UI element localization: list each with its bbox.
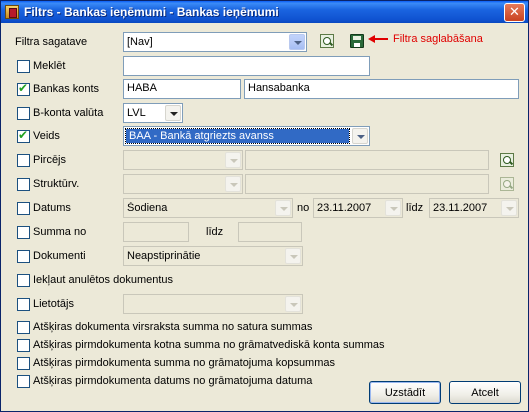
currency-label: B-konta valūta [33, 107, 104, 119]
date-checkbox[interactable] [17, 202, 30, 215]
documents-checkbox[interactable] [17, 250, 30, 263]
documents-dropdown-icon [285, 248, 301, 264]
currency-value: LVL [127, 107, 146, 119]
user-checkbox[interactable] [17, 298, 30, 311]
title-bar: Filtrs - Bankas ieņēmumi - Bankas ieņēmu… [1, 1, 528, 23]
bank-account-checkbox[interactable] [17, 81, 30, 96]
date-period-combo: Šodiena [123, 198, 293, 218]
include-cancelled-checkbox[interactable] [17, 274, 30, 287]
payer-checkbox[interactable] [17, 154, 30, 167]
search-checkbox[interactable] [17, 60, 30, 73]
currency-dropdown-icon[interactable] [165, 105, 181, 121]
extra-check-1-label: Atšķiras dokumenta virsraksta summa no s… [33, 321, 313, 333]
type-dropdown-icon[interactable] [352, 128, 368, 144]
extra-check-4-label: Atšķiras pirmdokumenta datums no grāmato… [33, 375, 313, 387]
annotation-arrow-line [374, 38, 388, 40]
date-to-value: 23.11.2007 [433, 202, 488, 214]
type-combo[interactable]: BAA - Bankā atgriezts avanss [123, 126, 370, 146]
amount-to-input [238, 222, 302, 242]
app-book-icon [5, 5, 19, 19]
date-period-value: Šodiena [127, 202, 168, 214]
structure-name-field [245, 174, 489, 194]
bank-account-name-field: Hansabanka [244, 79, 519, 99]
payer-browse-icon[interactable] [500, 153, 514, 167]
amount-checkbox[interactable] [17, 226, 30, 239]
save-template-icon[interactable] [350, 34, 364, 48]
amount-label: Summa no [33, 226, 87, 238]
currency-combo[interactable]: LVL [123, 103, 183, 123]
user-combo [123, 294, 303, 314]
date-to-label: līdz [406, 202, 424, 214]
close-button[interactable]: ✕ [504, 2, 525, 22]
type-label: Veids [33, 130, 60, 142]
documents-value: Neapstiprinātie [127, 250, 201, 262]
save-annotation: Filtra saglabāšana [393, 33, 483, 45]
date-to-dropdown-icon [501, 200, 517, 216]
extra-check-3-checkbox[interactable] [17, 357, 30, 370]
structure-checkbox[interactable] [17, 178, 30, 191]
documents-combo: Neapstiprinātie [123, 246, 303, 266]
structure-code-combo [123, 174, 243, 194]
search-label: Meklēt [33, 60, 66, 72]
filter-dialog: Filtrs - Bankas ieņēmumi - Bankas ieņēmu… [0, 0, 529, 412]
date-from-value: 23.11.2007 [317, 202, 372, 214]
date-from-dropdown-icon [385, 200, 401, 216]
date-to-picker: 23.11.2007 [429, 198, 519, 218]
type-value: BAA - Bankā atgriezts avanss [125, 128, 350, 144]
type-checkbox[interactable] [17, 128, 30, 143]
payer-name-field [245, 150, 489, 170]
template-combo[interactable]: [Nav] [123, 32, 307, 52]
amount-from-input [123, 222, 189, 242]
currency-checkbox[interactable] [17, 107, 30, 120]
extra-check-4-checkbox[interactable] [17, 375, 30, 388]
cancel-button[interactable]: Atcelt [449, 381, 521, 404]
bank-account-code-input[interactable]: HABA [123, 79, 241, 99]
date-from-picker: 23.11.2007 [313, 198, 403, 218]
user-label: Lietotājs [33, 298, 74, 310]
documents-label: Dokumenti [33, 250, 86, 262]
extra-check-1-checkbox[interactable] [17, 321, 30, 334]
template-dropdown-icon[interactable] [289, 34, 305, 50]
template-browse-icon[interactable] [320, 34, 334, 48]
date-from-label: no [297, 202, 310, 214]
template-label: Filtra sagatave [15, 36, 88, 48]
date-period-dropdown-icon [275, 200, 291, 216]
extra-check-2-checkbox[interactable] [17, 339, 30, 352]
user-dropdown-icon [285, 296, 301, 312]
payer-code-combo [123, 150, 243, 170]
payer-label: Pircējs [33, 154, 67, 166]
date-label: Datums [33, 202, 71, 214]
template-value: [Nav] [127, 36, 153, 48]
apply-button[interactable]: Uzstādīt [369, 381, 441, 404]
structure-label: Struktūrv. [33, 178, 80, 190]
extra-check-2-label: Atšķiras pirmdokumenta kotna summa no gr… [33, 339, 385, 351]
payer-dropdown-icon [225, 152, 241, 168]
structure-browse-icon [500, 177, 514, 191]
structure-dropdown-icon [225, 176, 241, 192]
window-title: Filtrs - Bankas ieņēmumi - Bankas ieņēmu… [24, 5, 279, 19]
include-cancelled-label: Iekļaut anulētos dokumentus [33, 274, 174, 286]
amount-to-label: līdz [206, 226, 224, 238]
extra-check-3-label: Atšķiras pirmdokumenta summa no grāmatoj… [33, 357, 336, 369]
bank-account-label: Bankas konts [33, 83, 100, 95]
search-input[interactable] [123, 56, 370, 76]
